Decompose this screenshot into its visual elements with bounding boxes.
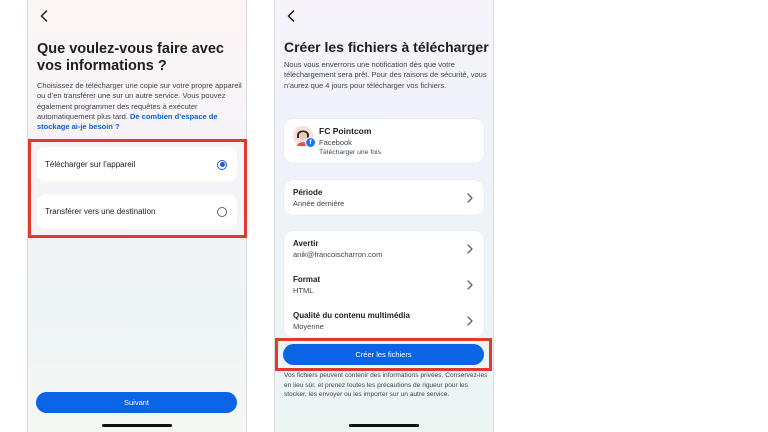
option-label: Télécharger sur l’appareil <box>45 160 136 169</box>
setting-value: Moyenne <box>293 322 324 331</box>
account-source: Facebook <box>319 138 352 147</box>
home-indicator <box>349 424 419 427</box>
radio-unselected-icon[interactable] <box>217 206 227 217</box>
period-row[interactable]: Période Année dernière <box>284 185 484 210</box>
settings-card: Avertir anik@francoischarron.com Format … <box>284 231 484 337</box>
screen-create-files: Créer les fichiers à télécharger Nous vo… <box>274 0 494 432</box>
option-label: Transférer vers une destination <box>45 207 156 216</box>
settings-row-format[interactable]: Format HTML <box>284 273 484 297</box>
period-value: Année dernière <box>293 198 345 208</box>
chevron-right-icon <box>467 244 473 254</box>
page-title: Que voulez-vous faire avec vos informati… <box>37 41 224 74</box>
period-label: Période <box>293 187 323 197</box>
chevron-right-icon <box>467 280 473 290</box>
setting-value: HTML <box>293 286 314 295</box>
settings-row-notify[interactable]: Avertir anik@francoischarron.com <box>284 237 484 261</box>
home-indicator <box>102 424 172 427</box>
account-name: FC Pointcom <box>319 126 372 136</box>
avatar-icon: f <box>293 126 316 148</box>
facebook-icon: f <box>305 137 316 148</box>
page-description: Choisissez de télécharger une copie sur … <box>37 81 242 132</box>
setting-label: Avertir <box>293 239 319 248</box>
setting-label: Format <box>293 275 321 284</box>
chevron-right-icon <box>467 192 473 203</box>
chevron-right-icon <box>467 316 473 326</box>
account-card: f FC Pointcom Facebook Télécharger une f… <box>284 119 484 163</box>
screen-choose-action: Que voulez-vous faire avec vos informati… <box>27 0 247 432</box>
privacy-footer: Vos fichiers peuvent contenir des inform… <box>284 372 488 399</box>
setting-label: Qualité du contenu multimédia <box>293 311 410 320</box>
create-files-button[interactable]: Créer les fichiers <box>283 344 484 365</box>
page-description: Nous vous enverrons une notification dès… <box>284 60 487 90</box>
option-transfer-destination[interactable]: Transférer vers une destination <box>37 194 237 229</box>
back-arrow-icon[interactable] <box>37 6 51 26</box>
radio-selected-icon[interactable] <box>217 159 227 170</box>
settings-row-media-quality[interactable]: Qualité du contenu multimédia Moyenne <box>284 309 484 333</box>
period-card[interactable]: Période Année dernière <box>284 180 484 215</box>
option-download-device[interactable]: Télécharger sur l’appareil <box>37 147 237 182</box>
back-arrow-icon[interactable] <box>284 6 298 26</box>
setting-value: anik@francoischarron.com <box>293 250 383 259</box>
account-note: Télécharger une fois <box>319 149 381 156</box>
page-title: Créer les fichiers à télécharger <box>284 39 489 55</box>
next-button[interactable]: Suivant <box>36 392 237 413</box>
